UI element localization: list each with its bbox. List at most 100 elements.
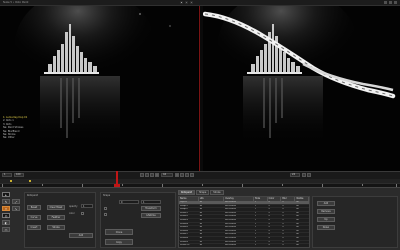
table-cell: 0 bbox=[282, 215, 284, 218]
table-cell: 0 bbox=[268, 218, 270, 221]
color-label: color bbox=[69, 212, 75, 215]
timeline-controls: 1 100 44 24 bbox=[0, 173, 400, 178]
stroke-button[interactable]: Stroke bbox=[47, 225, 65, 230]
table-cell: 0 bbox=[282, 211, 284, 214]
tab-stroke[interactable]: Stroke bbox=[210, 190, 224, 195]
table-cell: 1 bbox=[254, 218, 257, 221]
feather-button[interactable]: Feather bbox=[47, 215, 65, 220]
prev-frame-button[interactable] bbox=[150, 173, 154, 177]
reset-button[interactable]: Reset bbox=[27, 205, 41, 210]
next-key-button[interactable] bbox=[185, 173, 189, 177]
loop-button[interactable] bbox=[302, 173, 306, 177]
table-cell: All Frames bbox=[225, 201, 237, 203]
copy-button[interactable]: Copy bbox=[105, 239, 133, 245]
table-cell: all bbox=[199, 211, 203, 214]
table-cell: All Frames bbox=[225, 215, 237, 218]
curve-button[interactable]: Curve bbox=[27, 215, 41, 220]
prev-key-button[interactable] bbox=[145, 173, 149, 177]
table-cell: All Frames bbox=[225, 244, 237, 247]
move-up-button[interactable]: Up bbox=[317, 217, 335, 222]
minimize-icon[interactable] bbox=[384, 1, 387, 4]
properties-area: ▸ ✎ ✦ ◎ ◐ ▭ ⤢ ∿ Rotopaint Reset Curve In… bbox=[0, 187, 400, 250]
maximize-icon[interactable] bbox=[389, 1, 392, 4]
color-swatch[interactable] bbox=[81, 212, 84, 215]
table-cell: All Frames bbox=[225, 226, 237, 229]
frame-start-field[interactable]: 1 bbox=[2, 173, 12, 177]
table-cell: all bbox=[199, 236, 203, 239]
table-cell: Stroke10 bbox=[180, 244, 190, 247]
eraser-tool[interactable]: ▭ bbox=[2, 227, 10, 232]
first-frame-button[interactable] bbox=[140, 173, 144, 177]
frame-end-field[interactable]: 100 bbox=[14, 173, 24, 177]
transform-button[interactable]: Transform bbox=[141, 206, 161, 211]
opacity-field[interactable]: 1 bbox=[81, 204, 93, 208]
viewer-a-icon[interactable] bbox=[180, 1, 183, 4]
shape-field-b[interactable]: 1 bbox=[141, 200, 161, 204]
brush-icon: ✎ bbox=[4, 199, 8, 204]
keyframe-marker[interactable] bbox=[29, 180, 31, 182]
viewer-right[interactable] bbox=[203, 6, 400, 171]
clone-button[interactable]: Clone bbox=[105, 229, 133, 235]
add-button[interactable]: Add bbox=[69, 233, 93, 238]
play-button[interactable] bbox=[175, 173, 179, 177]
table-cell: Stroke8 bbox=[180, 236, 188, 239]
shape-checkbox[interactable] bbox=[104, 213, 107, 216]
table-cell: 1 bbox=[254, 240, 257, 243]
lifetime-button[interactable]: Lifetime bbox=[141, 213, 161, 218]
blur-tool[interactable]: ◎ bbox=[2, 213, 10, 218]
viewer-left[interactable]: 1: Luma Key Dup 01 2: Roto 1 3: Roto Ne:… bbox=[0, 6, 198, 171]
bezier-tool[interactable]: ∿ bbox=[12, 206, 20, 211]
table-cell: 1 bbox=[254, 233, 257, 236]
table-cell: 1 bbox=[254, 204, 257, 207]
table-cell: all bbox=[199, 222, 203, 225]
table-cell: 1 bbox=[254, 215, 257, 218]
viewer-b-icon[interactable] bbox=[185, 1, 188, 4]
move-down-button[interactable]: Down bbox=[317, 225, 335, 230]
table-cell: on bbox=[296, 226, 299, 229]
rotopaint-panel: Rotopaint Reset Curve Invert Clear Mask … bbox=[24, 192, 96, 248]
table-cell: 0 bbox=[282, 201, 284, 203]
dodge-tool[interactable]: ◐ bbox=[2, 220, 10, 225]
keyframe-marker[interactable] bbox=[10, 180, 12, 182]
table-cell: 0 bbox=[282, 236, 284, 239]
tab-rotopaint[interactable]: Rotopaint bbox=[178, 190, 196, 195]
table-cell: 0 bbox=[268, 236, 270, 239]
remove-layer-button[interactable]: Remove bbox=[317, 209, 335, 214]
compare-icon[interactable] bbox=[190, 1, 193, 4]
bounce-button[interactable] bbox=[307, 173, 311, 177]
play-backward-button[interactable] bbox=[155, 173, 159, 177]
table-cell: on bbox=[296, 204, 299, 207]
current-frame-field[interactable]: 44 bbox=[161, 173, 173, 177]
select-tool[interactable]: ▸ bbox=[2, 192, 10, 197]
tab-shape[interactable]: Shape bbox=[196, 190, 210, 195]
table-cell: on bbox=[296, 244, 299, 247]
table-cell: 1 bbox=[254, 229, 257, 232]
last-frame-button[interactable] bbox=[190, 173, 194, 177]
table-cell: Stroke4 bbox=[180, 222, 188, 225]
viewer-left-image bbox=[0, 6, 198, 171]
shape-checkbox[interactable] bbox=[104, 207, 107, 210]
ruler-tick bbox=[362, 184, 363, 186]
next-frame-button[interactable] bbox=[180, 173, 184, 177]
clear-mask-button[interactable]: Clear Mask bbox=[47, 205, 65, 210]
invert-button[interactable]: Invert bbox=[27, 225, 41, 230]
select-icon: ▸ bbox=[5, 192, 7, 197]
close-icon[interactable] bbox=[394, 1, 397, 4]
ruler-tick bbox=[42, 184, 43, 186]
table-cell: 0 bbox=[268, 208, 270, 211]
table-cell: All Frames bbox=[225, 208, 237, 211]
table-cell: Layer1 bbox=[180, 201, 188, 203]
layer-item[interactable]: Ne: Other bbox=[3, 136, 27, 139]
table-row[interactable]: Stroke10 all All Frames 1 0 0 on bbox=[179, 244, 309, 247]
add-layer-button[interactable]: Add bbox=[317, 201, 335, 206]
clone-tool[interactable]: ✦ bbox=[2, 206, 10, 211]
fps-field[interactable]: 24 bbox=[290, 173, 300, 177]
layer-overlay-list: 1: Luma Key Dup 01 2: Roto 1 3: Roto Ne:… bbox=[3, 116, 27, 140]
table-cell: Stroke5 bbox=[180, 226, 188, 229]
shape-field-a[interactable]: 0 bbox=[119, 200, 139, 204]
brush-tool[interactable]: ✎ bbox=[2, 199, 10, 204]
tool-palette: ▸ ✎ ✦ ◎ ◐ ▭ ⤢ ∿ bbox=[2, 190, 22, 248]
transform-tool[interactable]: ⤢ bbox=[12, 199, 20, 204]
table-cell: All Frames bbox=[225, 240, 237, 243]
table-cell: 0 bbox=[268, 233, 270, 236]
